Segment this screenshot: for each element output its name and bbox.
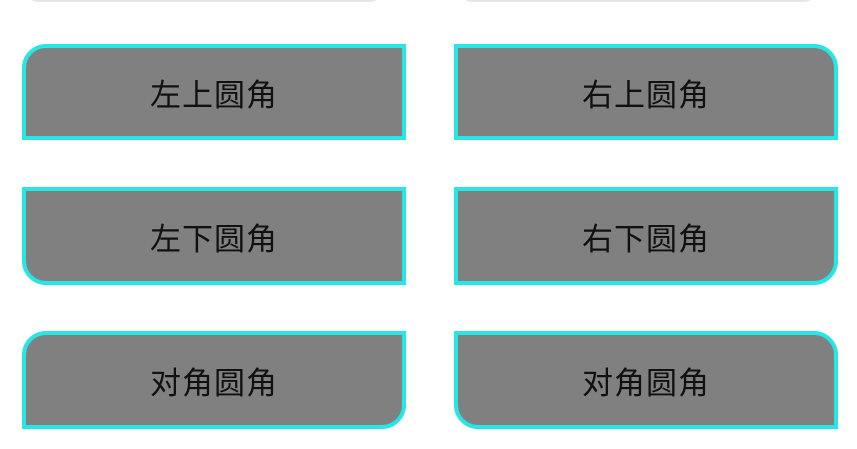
- partial-top-element-right: [460, 0, 816, 2]
- top-right-rounded-label: 右上圆角: [582, 77, 710, 114]
- diagonal-rounded-label-1: 对角圆角: [150, 365, 278, 402]
- top-left-rounded-button[interactable]: 左上圆角: [22, 44, 406, 140]
- diagonal-rounded-button-1[interactable]: 对角圆角: [22, 331, 406, 429]
- bottom-right-rounded-button[interactable]: 右下圆角: [454, 187, 838, 285]
- top-left-rounded-label: 左上圆角: [150, 77, 278, 114]
- diagonal-rounded-button-2[interactable]: 对角圆角: [454, 331, 838, 429]
- partial-top-element-left: [26, 0, 382, 2]
- top-right-rounded-button[interactable]: 右上圆角: [454, 44, 838, 140]
- bottom-right-rounded-label: 右下圆角: [582, 221, 710, 258]
- diagonal-rounded-label-2: 对角圆角: [582, 365, 710, 402]
- bottom-left-rounded-button[interactable]: 左下圆角: [22, 187, 406, 285]
- bottom-left-rounded-label: 左下圆角: [150, 221, 278, 258]
